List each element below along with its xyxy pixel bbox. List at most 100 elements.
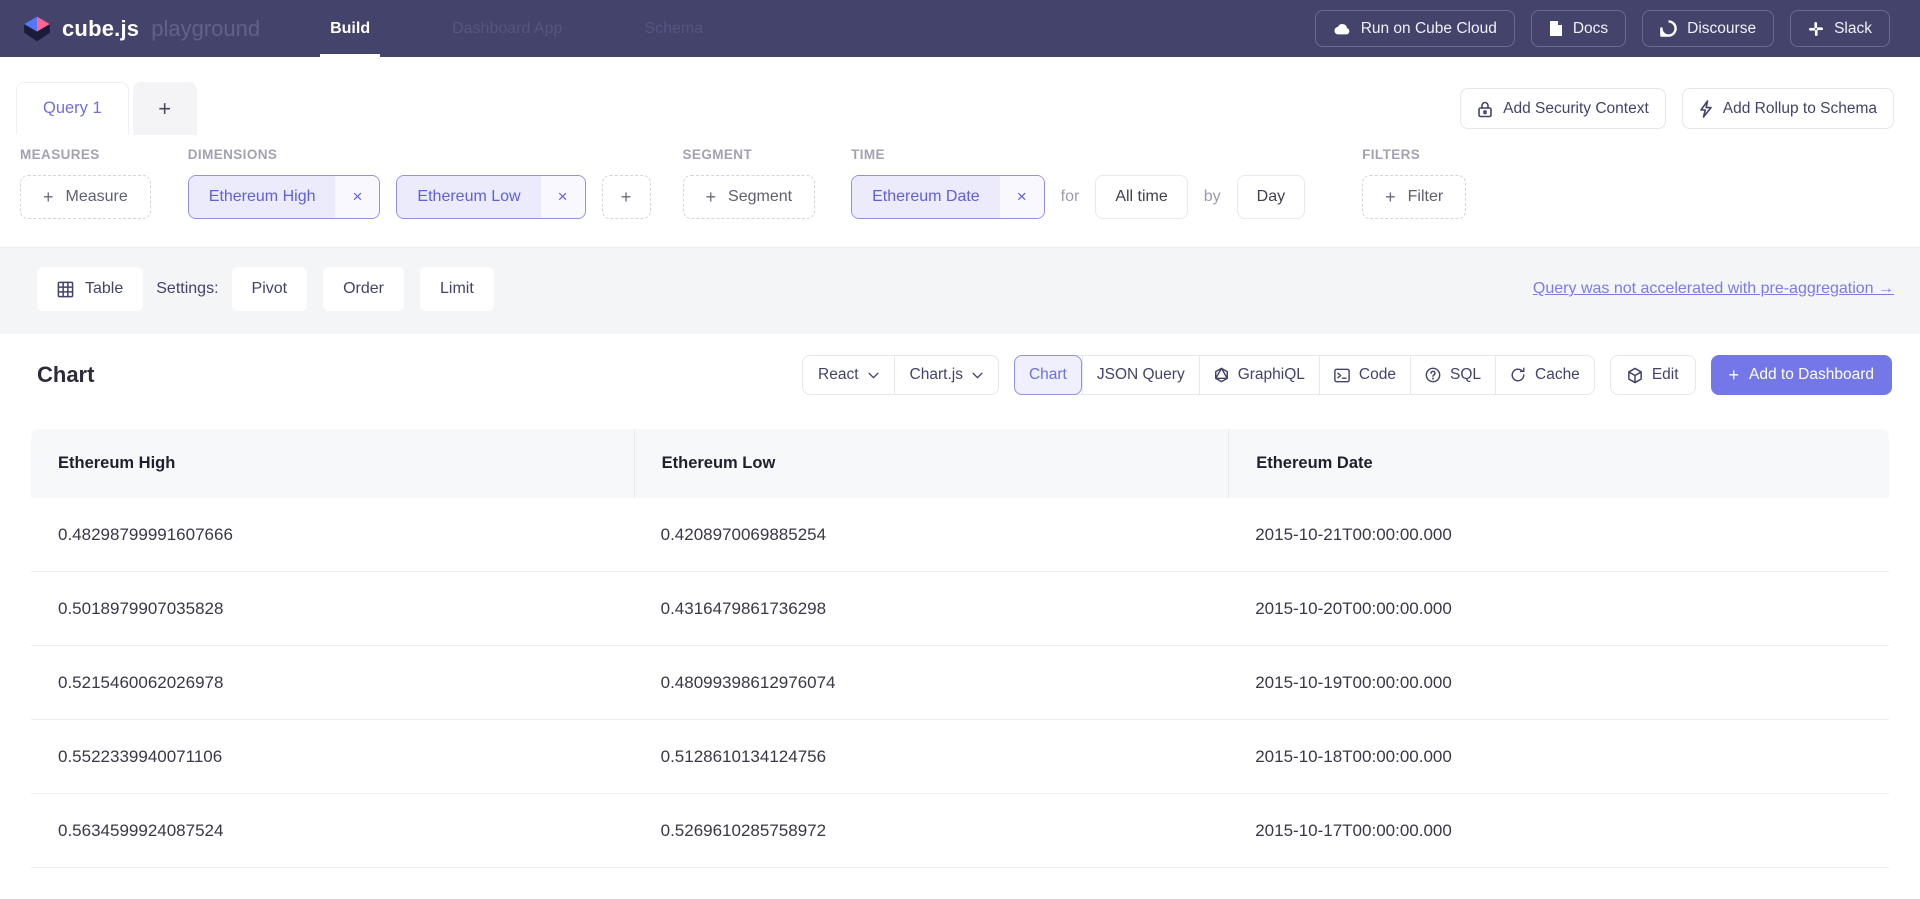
time-label: TIME <box>851 147 1305 162</box>
cell-ethereum-high: 0.5522339940071106 <box>31 720 634 793</box>
date-range-button[interactable]: All time <box>1095 175 1187 219</box>
plus-icon: + <box>1385 187 1396 208</box>
cell-ethereum-low: 0.48099398612976074 <box>634 646 1229 719</box>
for-word: for <box>1061 188 1080 206</box>
by-word: by <box>1204 188 1221 206</box>
cell-ethereum-low: 0.5269610285758972 <box>634 794 1229 867</box>
code-terminal-icon <box>1334 368 1350 383</box>
chevron-down-icon <box>868 372 879 379</box>
measures-label: MEASURES <box>20 147 151 162</box>
slack-label: Slack <box>1834 20 1872 38</box>
add-to-dashboard-button[interactable]: + Add to Dashboard <box>1711 355 1892 395</box>
library-value: Chart.js <box>910 366 963 384</box>
chart-panel: Chart React Chart.js Chart JSON Query <box>0 334 1920 868</box>
nav-tab-schema[interactable]: Schema <box>638 0 709 57</box>
granularity-button[interactable]: Day <box>1237 175 1305 219</box>
refresh-icon <box>1510 367 1526 383</box>
codesandbox-cube-icon <box>1627 367 1643 384</box>
add-rollup-to-schema-label: Add Rollup to Schema <box>1723 100 1877 118</box>
results-settings-bar: Table Settings: Pivot Order Limit Query … <box>0 247 1920 334</box>
chip-label: Ethereum High <box>189 176 336 218</box>
cell-ethereum-high: 0.5018979907035828 <box>31 572 634 645</box>
view-tab-sql[interactable]: SQL <box>1410 356 1495 394</box>
add-query-tab-button[interactable]: + <box>133 82 197 135</box>
add-segment-button[interactable]: + Segment <box>683 175 816 219</box>
dimensions-section: DIMENSIONS Ethereum High × Ethereum Low … <box>188 147 651 219</box>
add-measure-label: Measure <box>66 188 128 206</box>
lock-icon <box>1477 100 1493 118</box>
table-row: 0.5634599924087524 0.5269610285758972 20… <box>31 794 1889 868</box>
view-tab-label: SQL <box>1450 366 1481 384</box>
nav-tab-build[interactable]: Build <box>324 0 376 57</box>
cell-ethereum-high: 0.5634599924087524 <box>31 794 634 867</box>
view-tabs-group: Chart JSON Query GraphiQL Code <box>1014 355 1595 395</box>
view-tab-graphiql[interactable]: GraphiQL <box>1199 356 1319 394</box>
remove-dimension-icon[interactable]: × <box>335 176 379 218</box>
time-section: TIME Ethereum Date × for All time by Day <box>851 147 1305 219</box>
column-header-ethereum-date[interactable]: Ethereum Date <box>1228 429 1889 498</box>
add-measure-button[interactable]: + Measure <box>20 175 151 219</box>
plus-icon: + <box>158 96 171 122</box>
query-builder: MEASURES + Measure DIMENSIONS Ethereum H… <box>0 137 1920 219</box>
add-segment-label: Segment <box>728 188 792 206</box>
slack-button[interactable]: Slack <box>1790 10 1890 47</box>
pivot-button[interactable]: Pivot <box>232 267 308 311</box>
chip-label: Ethereum Low <box>397 176 540 218</box>
library-select[interactable]: Chart.js <box>894 356 998 394</box>
filters-section: FILTERS + Filter <box>1362 147 1466 219</box>
dimension-chip-ethereum-low[interactable]: Ethereum Low × <box>396 175 585 219</box>
view-tab-label: GraphiQL <box>1238 366 1305 384</box>
results-table: Ethereum High Ethereum Low Ethereum Date… <box>31 429 1889 868</box>
table-row: 0.5522339940071106 0.5128610134124756 20… <box>31 720 1889 794</box>
limit-button[interactable]: Limit <box>420 267 494 311</box>
chevron-down-icon <box>972 372 983 379</box>
add-security-context-label: Add Security Context <box>1503 100 1649 118</box>
settings-label: Settings: <box>156 280 218 298</box>
view-tab-chart[interactable]: Chart <box>1014 355 1082 395</box>
view-tab-label: Code <box>1359 366 1396 384</box>
cell-ethereum-low: 0.4208970069885254 <box>634 498 1229 571</box>
add-security-context-button[interactable]: Add Security Context <box>1460 88 1666 129</box>
remove-time-icon[interactable]: × <box>1000 176 1044 218</box>
view-tab-cache[interactable]: Cache <box>1495 356 1594 394</box>
edit-button[interactable]: Edit <box>1610 355 1696 395</box>
add-filter-button[interactable]: + Filter <box>1362 175 1466 219</box>
add-filter-label: Filter <box>1408 188 1444 206</box>
cell-ethereum-low: 0.5128610134124756 <box>634 720 1229 793</box>
remove-dimension-icon[interactable]: × <box>541 176 585 218</box>
plus-icon: + <box>621 187 632 208</box>
cell-ethereum-date: 2015-10-18T00:00:00.000 <box>1228 720 1889 793</box>
time-chip-ethereum-date[interactable]: Ethereum Date × <box>851 175 1045 219</box>
cell-ethereum-date: 2015-10-19T00:00:00.000 <box>1228 646 1889 719</box>
plus-icon: + <box>706 187 717 208</box>
cell-ethereum-date: 2015-10-20T00:00:00.000 <box>1228 572 1889 645</box>
preaggregation-link[interactable]: Query was not accelerated with pre-aggre… <box>1533 280 1894 298</box>
run-on-cube-cloud-button[interactable]: Run on Cube Cloud <box>1315 10 1515 47</box>
table-header-row: Ethereum High Ethereum Low Ethereum Date <box>31 429 1889 498</box>
column-header-ethereum-high[interactable]: Ethereum High <box>31 429 634 498</box>
settings-buttons: Pivot Order Limit <box>232 267 494 311</box>
cloud-icon <box>1333 22 1351 36</box>
table-grid-icon <box>57 281 74 298</box>
add-rollup-to-schema-button[interactable]: Add Rollup to Schema <box>1682 88 1894 129</box>
add-dimension-button[interactable]: + <box>602 175 651 219</box>
docs-button[interactable]: Docs <box>1531 10 1626 47</box>
table-row: 0.48298799991607666 0.4208970069885254 2… <box>31 498 1889 572</box>
order-button[interactable]: Order <box>323 267 404 311</box>
measures-section: MEASURES + Measure <box>20 147 151 219</box>
chart-title: Chart <box>37 362 94 388</box>
chart-toolbar: React Chart.js Chart JSON Query GraphiQL <box>802 355 1892 395</box>
view-tab-json-query[interactable]: JSON Query <box>1082 356 1199 394</box>
cubejs-logo-icon <box>22 13 52 45</box>
nav-tab-dashboard-app[interactable]: Dashboard App <box>446 0 568 57</box>
column-header-ethereum-low[interactable]: Ethereum Low <box>634 429 1229 498</box>
discourse-button[interactable]: Discourse <box>1642 10 1774 47</box>
query-tab-1[interactable]: Query 1 <box>16 82 129 135</box>
dimension-chip-ethereum-high[interactable]: Ethereum High × <box>188 175 381 219</box>
docs-label: Docs <box>1573 20 1608 38</box>
table-view-button[interactable]: Table <box>37 267 143 311</box>
framework-select[interactable]: React <box>803 356 894 394</box>
view-tab-code[interactable]: Code <box>1319 356 1410 394</box>
brand-name: cube.js <box>62 16 139 42</box>
chart-header: Chart React Chart.js Chart JSON Query <box>0 334 1920 395</box>
